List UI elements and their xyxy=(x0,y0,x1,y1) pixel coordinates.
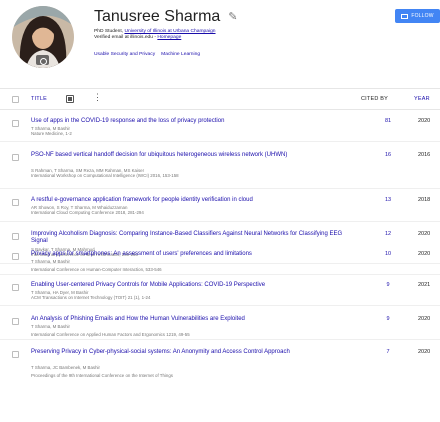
article-year: 2018 xyxy=(418,197,431,203)
envelope-icon xyxy=(401,13,409,19)
cited-by-count[interactable]: 81 xyxy=(382,118,394,124)
article-title[interactable]: Enabling User-centered Privacy Controls … xyxy=(31,282,351,289)
article-row: PSO-NF based vertical handoff decision f… xyxy=(0,152,440,189)
article-year: 2020 xyxy=(418,118,431,124)
camera-icon[interactable] xyxy=(36,55,49,65)
select-all-checkbox[interactable] xyxy=(12,96,19,103)
profile-info: PhD Student, University of Illinois at U… xyxy=(94,29,216,41)
interest-link[interactable]: Usable Security and Privacy xyxy=(94,52,155,57)
article-year: 2020 xyxy=(418,316,431,322)
verified-email: Verified email at illinois.edu xyxy=(94,35,153,40)
article-year: 2021 xyxy=(418,282,431,288)
sort-by-title[interactable]: TITLE xyxy=(31,96,47,102)
more-vertical-icon[interactable]: ⋮ xyxy=(93,93,102,102)
cited-by-header[interactable]: CITED BY xyxy=(361,96,388,102)
article-row: An Analysis of Phishing Emails and How t… xyxy=(0,316,440,340)
article-title[interactable]: PSO-NF based vertical handoff decision f… xyxy=(31,152,351,159)
article-venue: International Cloud Computing Conference… xyxy=(31,210,144,215)
article-year: 2020 xyxy=(418,231,431,237)
article-title[interactable]: Preserving Privacy in Cyber-physical-soc… xyxy=(31,349,351,356)
cited-by-count[interactable]: 9 xyxy=(382,282,394,288)
cited-by-count[interactable]: 13 xyxy=(382,197,394,203)
interests: Usable Security and Privacy Machine Lear… xyxy=(94,52,200,57)
articles-table-header: TITLE ⋮ CITED BY YEAR xyxy=(0,88,440,110)
row-checkbox[interactable] xyxy=(12,284,19,291)
article-venue: Proceedings of the 9th International Con… xyxy=(31,373,173,378)
article-year: 2020 xyxy=(418,349,431,355)
article-venue: ACM Transactions on Internet Technology … xyxy=(31,295,151,300)
article-year: 2020 xyxy=(418,251,431,257)
article-title[interactable]: A restful e-governance application frame… xyxy=(31,197,351,204)
email-line: Verified email at illinois.edu - Homepag… xyxy=(94,35,216,41)
article-title[interactable]: An Analysis of Phishing Emails and How t… xyxy=(31,316,351,323)
article-year: 2016 xyxy=(418,152,431,158)
article-authors: T Sharma, M Bashir xyxy=(31,324,70,329)
article-row: Enabling User-centered Privacy Controls … xyxy=(0,282,440,306)
article-venue: International Conference on Human-Comput… xyxy=(31,267,162,272)
article-venue: Nature Medicine, 1-2 xyxy=(31,131,72,136)
cited-by-count[interactable]: 16 xyxy=(382,152,394,158)
cited-by-count[interactable]: 10 xyxy=(382,251,394,257)
row-checkbox[interactable] xyxy=(12,253,19,260)
article-row: Privacy apps for smartphones: An assessm… xyxy=(0,251,440,275)
article-row: Use of apps in the COVID-19 response and… xyxy=(0,118,440,142)
cited-by-count[interactable]: 9 xyxy=(382,316,394,322)
sort-icon[interactable] xyxy=(66,95,74,103)
article-authors: T Sharma, JC Bambenek, M Bashir xyxy=(31,365,100,370)
follow-button[interactable]: FOLLOW xyxy=(395,9,440,23)
article-venue: International Workshop on Computational … xyxy=(31,173,179,178)
row-checkbox[interactable] xyxy=(12,318,19,325)
article-venue: International Conference on Applied Huma… xyxy=(31,332,190,337)
cited-by-count[interactable]: 7 xyxy=(382,349,394,355)
sort-by-year[interactable]: YEAR xyxy=(414,96,430,102)
row-checkbox[interactable] xyxy=(12,154,19,161)
row-checkbox[interactable] xyxy=(12,351,19,358)
homepage-link[interactable]: Homepage xyxy=(157,35,181,40)
pencil-icon[interactable]: ✎ xyxy=(228,11,237,23)
row-checkbox[interactable] xyxy=(12,199,19,206)
article-row: A restful e-governance application frame… xyxy=(0,197,440,222)
article-title[interactable]: Privacy apps for smartphones: An assessm… xyxy=(31,251,351,258)
row-checkbox[interactable] xyxy=(12,120,19,127)
affiliation-prefix: PhD Student, xyxy=(94,29,125,34)
article-title[interactable]: Use of apps in the COVID-19 response and… xyxy=(31,118,351,125)
article-title[interactable]: Improving Alcoholism Diagnosis: Comparin… xyxy=(31,231,351,246)
article-authors: T Sharma, M Bashir xyxy=(31,259,70,264)
interest-link[interactable]: Machine Learning xyxy=(161,52,200,57)
affiliation-link[interactable]: University of Illinois at Urbana Champai… xyxy=(124,29,215,34)
cited-by-count[interactable]: 12 xyxy=(382,231,394,237)
row-checkbox[interactable] xyxy=(12,233,19,240)
article-row: Preserving Privacy in Cyber-physical-soc… xyxy=(0,349,440,385)
profile-name: Tanusree Sharma xyxy=(94,8,221,25)
follow-label: FOLLOW xyxy=(411,13,434,19)
